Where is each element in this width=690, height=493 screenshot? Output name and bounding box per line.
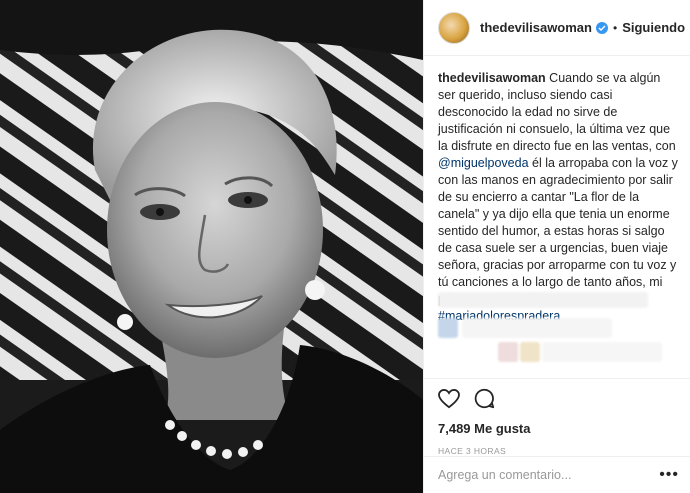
post-timestamp[interactable]: HACE 3 HORAS (438, 446, 679, 456)
comment-icon[interactable] (474, 388, 495, 414)
more-options-icon[interactable]: ••• (659, 466, 679, 484)
caption-username[interactable]: thedevilisawoman (438, 71, 546, 85)
post-header: thedevilisawoman • Siguiendo (424, 0, 690, 56)
portrait-image (0, 0, 423, 493)
comment-section: ••• (424, 456, 690, 493)
comment-input[interactable] (438, 468, 648, 482)
blurred-comments (438, 292, 678, 372)
caption-text-part-2: él la arropaba con la voz y con las mano… (438, 156, 678, 306)
heart-icon[interactable] (438, 388, 460, 414)
likes-count[interactable]: 7,489 Me gusta (438, 421, 679, 436)
following-button[interactable]: Siguiendo (622, 20, 685, 35)
post-sidebar: thedevilisawoman • Siguiendo thedevilisa… (423, 0, 690, 493)
separator-dot: • (612, 20, 618, 35)
caption-mention[interactable]: @miguelpoveda (438, 156, 529, 170)
action-icons (438, 387, 679, 415)
verified-badge-icon (595, 21, 608, 34)
post-photo[interactable] (0, 0, 423, 493)
avatar[interactable] (438, 11, 470, 44)
header-username[interactable]: thedevilisawoman (480, 20, 592, 35)
